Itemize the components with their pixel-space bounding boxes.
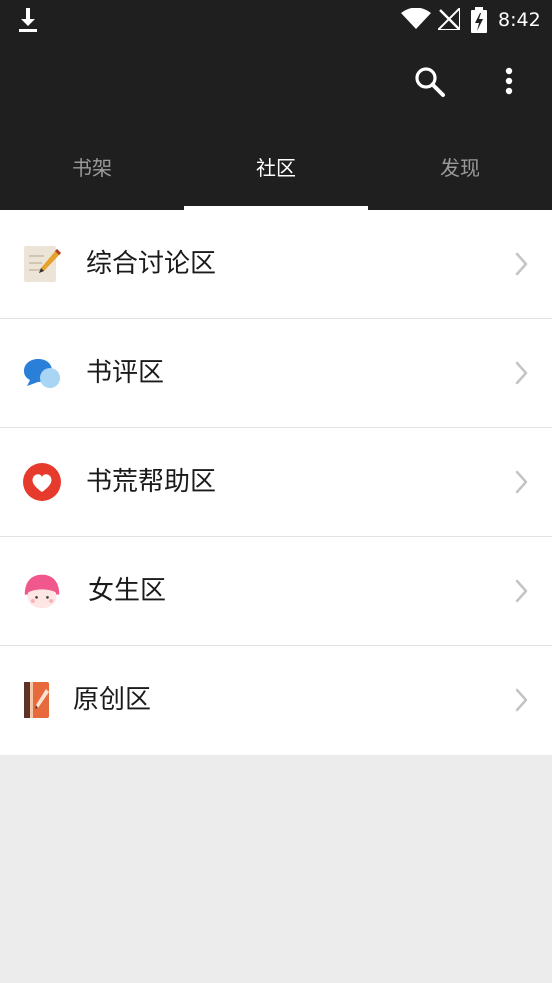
chevron-right-icon [515,252,528,276]
more-vert-icon[interactable] [496,64,522,100]
list-item-label: 综合讨论区 [86,249,217,279]
list-item-book-help[interactable]: 书荒帮助区 [0,428,552,537]
list-item-book-reviews[interactable]: 书评区 [0,319,552,428]
list-item-original-works[interactable]: 原创区 [0,646,552,755]
list-item-label: 原创区 [73,685,152,715]
chevron-right-icon [515,579,528,603]
battery-charging-icon [471,7,487,33]
tab-community[interactable]: 社区 [184,138,368,210]
list-item-label: 书评区 [86,358,165,388]
download-icon [19,8,37,32]
tab-bookshelf[interactable]: 书架 [0,138,184,210]
list-item-girls-zone[interactable]: 女生区 [0,537,552,646]
list-item-general-discussion[interactable]: 综合讨论区 [0,210,552,319]
community-list: 综合讨论区 书评区 书荒帮助区 女生区 原创区 [0,210,552,755]
status-time: 8:42 [498,9,541,31]
chat-bubbles-icon [24,359,60,388]
list-item-label: 书荒帮助区 [86,467,217,497]
chevron-right-icon [515,470,528,494]
girl-face-icon [24,574,60,609]
notepad-pencil-icon [24,246,61,282]
status-bar: 8:42 [0,0,552,40]
chevron-right-icon [515,361,528,385]
list-item-label: 女生区 [88,576,167,606]
app-header: 8:42 书架 社区 发现 [0,0,552,210]
wifi-icon [401,8,431,29]
search-icon[interactable] [412,64,448,100]
signal-off-icon [438,8,460,30]
chevron-right-icon [515,688,528,712]
tab-discover[interactable]: 发现 [368,138,552,210]
heart-icon [23,463,61,501]
tab-bar: 书架 社区 发现 [0,138,552,210]
book-pen-icon [24,682,49,718]
